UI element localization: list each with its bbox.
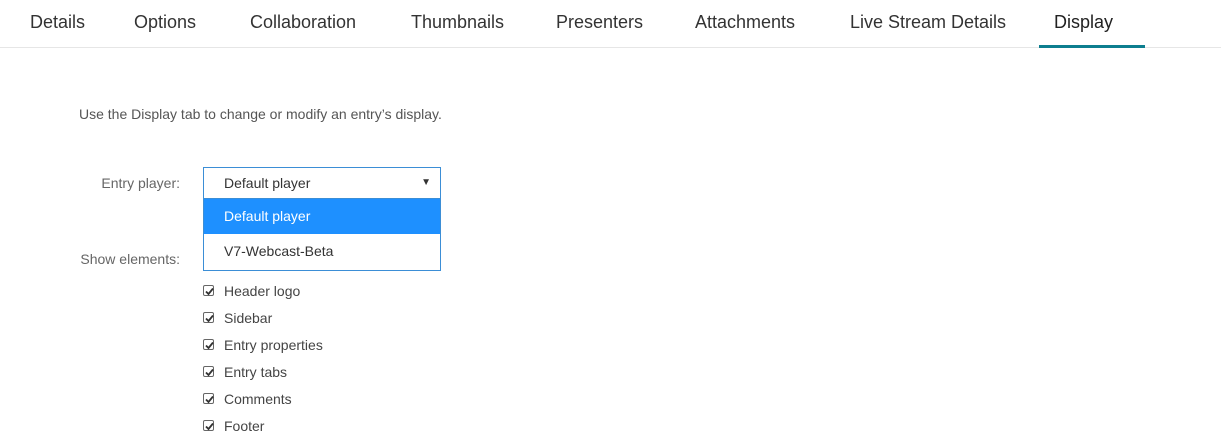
- tab-thumbnails[interactable]: Thumbnails: [411, 0, 504, 48]
- caret-down-icon: ▼: [421, 177, 431, 188]
- option-v7-webcast-beta[interactable]: V7-Webcast-Beta: [204, 234, 440, 269]
- display-settings-page: Details Options Collaboration Thumbnails…: [0, 0, 1221, 432]
- show-elements-label: Show elements:: [80, 251, 180, 267]
- checkbox-checked-icon[interactable]: [203, 393, 214, 404]
- entry-player-label: Entry player:: [101, 175, 180, 191]
- check-entry-tabs[interactable]: Entry tabs: [203, 358, 323, 385]
- entry-player-select[interactable]: Default player ▼: [203, 167, 441, 199]
- show-elements-list: Header logo Sidebar Entry properties Ent…: [203, 277, 323, 432]
- check-comments[interactable]: Comments: [203, 385, 323, 412]
- tab-collaboration[interactable]: Collaboration: [250, 0, 356, 48]
- check-label: Footer: [224, 417, 265, 432]
- entry-player-dropdown: Default player V7-Webcast-Beta: [203, 199, 441, 271]
- checkbox-checked-icon[interactable]: [203, 366, 214, 377]
- check-entry-properties[interactable]: Entry properties: [203, 331, 323, 358]
- tab-live-stream-details[interactable]: Live Stream Details: [850, 0, 1006, 48]
- check-footer[interactable]: Footer: [203, 412, 323, 432]
- check-label: Header logo: [224, 282, 301, 299]
- tab-presenters[interactable]: Presenters: [556, 0, 643, 48]
- intro-text: Use the Display tab to change or modify …: [79, 106, 442, 122]
- check-sidebar[interactable]: Sidebar: [203, 304, 323, 331]
- tab-display[interactable]: Display: [1039, 0, 1145, 48]
- check-label: Comments: [224, 390, 292, 407]
- checkbox-checked-icon[interactable]: [203, 339, 214, 350]
- checkbox-checked-icon[interactable]: [203, 312, 214, 323]
- checkbox-checked-icon[interactable]: [203, 420, 214, 431]
- checkbox-checked-icon[interactable]: [203, 285, 214, 296]
- tab-details[interactable]: Details: [30, 0, 85, 48]
- check-label: Sidebar: [224, 309, 273, 326]
- tab-attachments[interactable]: Attachments: [695, 0, 795, 48]
- check-header-logo[interactable]: Header logo: [203, 277, 323, 304]
- check-label: Entry properties: [224, 336, 323, 353]
- option-default-player[interactable]: Default player: [204, 199, 440, 234]
- entry-tabs: Details Options Collaboration Thumbnails…: [0, 0, 1221, 48]
- tab-options[interactable]: Options: [134, 0, 196, 48]
- check-label: Entry tabs: [224, 363, 288, 380]
- entry-player-selected-value: Default player: [224, 175, 311, 191]
